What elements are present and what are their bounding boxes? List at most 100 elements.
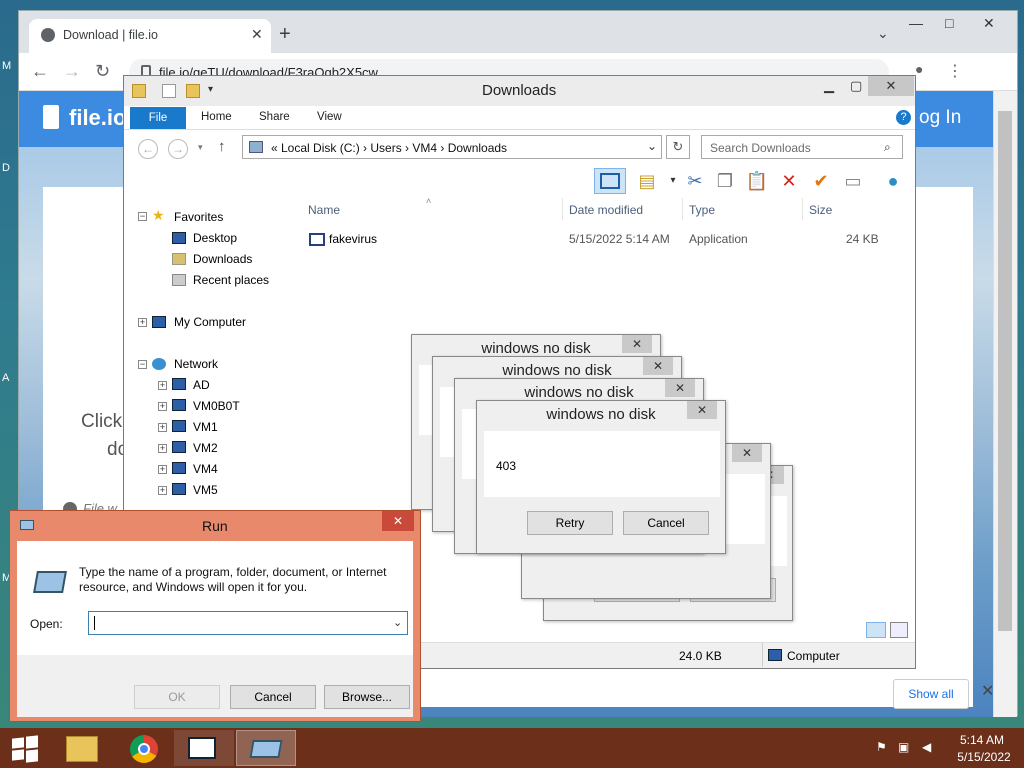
close-icon[interactable]: ✕ bbox=[665, 379, 695, 397]
close-download-bar-icon[interactable]: ✕ bbox=[981, 681, 993, 701]
profile-icon[interactable]: ● bbox=[915, 61, 923, 77]
nav-network-item[interactable]: VM4 bbox=[193, 462, 218, 476]
rename-icon[interactable]: ▭ bbox=[840, 168, 866, 194]
cancel-button[interactable]: Cancel bbox=[623, 511, 709, 535]
customize-chevron-icon[interactable]: ▾ bbox=[208, 84, 222, 98]
properties-icon[interactable] bbox=[162, 84, 176, 98]
page-scrollbar[interactable] bbox=[993, 91, 1017, 717]
select-icon[interactable]: ✔ bbox=[808, 168, 834, 194]
nav-desktop[interactable]: Desktop bbox=[193, 231, 237, 245]
details-view-icon[interactable] bbox=[866, 622, 886, 638]
refresh-icon[interactable]: ↻ bbox=[666, 135, 690, 159]
column-header-size[interactable]: Size bbox=[809, 203, 832, 217]
expand-icon[interactable]: + bbox=[138, 318, 147, 327]
ok-button[interactable]: OK bbox=[134, 685, 220, 709]
nav-my-computer[interactable]: My Computer bbox=[174, 315, 246, 329]
address-bar[interactable]: « Local Disk (C:) › Users › VM4 › Downlo… bbox=[242, 135, 662, 159]
expand-icon[interactable]: + bbox=[158, 444, 167, 453]
cut-icon[interactable]: ✂ bbox=[682, 168, 708, 194]
forward-icon[interactable]: → bbox=[63, 61, 81, 82]
action-center-flag-icon[interactable]: ⚑ bbox=[876, 740, 887, 754]
site-brand[interactable]: file.io bbox=[69, 105, 126, 131]
nav-network[interactable]: Network bbox=[174, 357, 218, 371]
copy-icon[interactable]: ❐ bbox=[712, 168, 738, 194]
expand-icon[interactable]: + bbox=[158, 402, 167, 411]
column-divider[interactable] bbox=[682, 198, 683, 220]
column-divider[interactable] bbox=[802, 198, 803, 220]
taskbar-chrome[interactable] bbox=[114, 730, 174, 766]
start-button[interactable] bbox=[0, 730, 50, 766]
collapse-icon[interactable]: − bbox=[138, 212, 147, 221]
back-icon[interactable]: ← bbox=[138, 139, 158, 159]
column-header-date[interactable]: Date modified bbox=[569, 203, 643, 217]
preview-pane-icon[interactable] bbox=[594, 168, 626, 194]
close-icon[interactable]: ✕ bbox=[622, 335, 652, 353]
column-divider[interactable] bbox=[562, 198, 563, 220]
network-tray-icon[interactable]: ▣ bbox=[898, 740, 909, 754]
expand-icon[interactable]: + bbox=[158, 486, 167, 495]
expand-icon[interactable]: + bbox=[158, 465, 167, 474]
folder-icon[interactable] bbox=[132, 84, 146, 98]
clock-date[interactable]: 5/15/2022 bbox=[952, 750, 1016, 764]
new-folder-icon[interactable] bbox=[186, 84, 200, 98]
nav-network-item[interactable]: VM1 bbox=[193, 420, 218, 434]
close-icon[interactable]: ✕ bbox=[643, 357, 673, 375]
column-header-type[interactable]: Type bbox=[689, 203, 715, 217]
collapse-icon[interactable]: − bbox=[138, 360, 147, 369]
maximize-icon[interactable]: ▢ bbox=[850, 78, 862, 94]
retry-button[interactable]: Retry bbox=[527, 511, 613, 535]
open-with-icon[interactable]: ▤ bbox=[634, 168, 660, 194]
close-window-icon[interactable]: ✕ bbox=[983, 15, 995, 32]
tab-share[interactable]: Share bbox=[259, 111, 290, 123]
expand-icon[interactable]: + bbox=[158, 423, 167, 432]
tab-home[interactable]: Home bbox=[201, 111, 232, 123]
scrollbar-thumb[interactable] bbox=[998, 111, 1012, 631]
close-icon[interactable]: ✕ bbox=[382, 511, 414, 531]
volume-muted-icon[interactable]: ◀ bbox=[922, 740, 931, 754]
open-input[interactable]: ⌄ bbox=[88, 611, 408, 635]
tab-search-chevron-icon[interactable]: ⌄ bbox=[877, 25, 889, 42]
breadcrumb[interactable]: « Local Disk (C:) › Users › VM4 › Downlo… bbox=[271, 141, 507, 155]
clock-time[interactable]: 5:14 AM bbox=[952, 733, 1012, 747]
expand-icon[interactable]: + bbox=[158, 381, 167, 390]
nav-recent-places[interactable]: Recent places bbox=[193, 273, 269, 287]
network-globe-icon[interactable]: ● bbox=[880, 168, 906, 194]
maximize-icon[interactable]: □ bbox=[945, 15, 953, 31]
column-header-name[interactable]: Name bbox=[308, 203, 340, 217]
close-tab-icon[interactable]: ✕ bbox=[251, 26, 263, 43]
back-icon[interactable]: ← bbox=[31, 61, 49, 82]
help-icon[interactable]: ? bbox=[896, 110, 911, 125]
show-all-button[interactable]: Show all bbox=[893, 679, 969, 709]
nav-downloads[interactable]: Downloads bbox=[193, 252, 252, 266]
address-chevron-icon[interactable]: ⌄ bbox=[647, 139, 657, 153]
large-icons-view-icon[interactable] bbox=[890, 622, 908, 638]
close-icon[interactable]: ✕ bbox=[732, 444, 762, 462]
tab-file[interactable]: File bbox=[130, 107, 186, 129]
tab-view[interactable]: View bbox=[317, 111, 342, 123]
menu-kebab-icon[interactable]: ⋮ bbox=[947, 61, 963, 81]
paste-icon[interactable]: 📋 bbox=[744, 168, 770, 194]
reload-icon[interactable]: ↻ bbox=[95, 61, 110, 82]
nav-favorites[interactable]: Favorites bbox=[174, 210, 223, 224]
close-icon[interactable]: ✕ bbox=[687, 401, 717, 419]
cancel-button[interactable]: Cancel bbox=[230, 685, 316, 709]
taskbar-run[interactable] bbox=[236, 730, 296, 766]
file-row[interactable]: fakevirus 5/15/2022 5:14 AM Application … bbox=[300, 228, 900, 250]
close-window-icon[interactable]: ✕ bbox=[868, 76, 914, 96]
minimize-icon[interactable]: ▁ bbox=[824, 78, 834, 94]
browse-button[interactable]: Browse... bbox=[324, 685, 410, 709]
browser-tab[interactable]: Download | file.io ✕ bbox=[29, 19, 271, 53]
nav-network-item[interactable]: VM0B0T bbox=[193, 399, 240, 413]
login-link[interactable]: og In bbox=[919, 107, 961, 129]
up-icon[interactable]: ↑ bbox=[218, 138, 226, 155]
minimize-icon[interactable]: — bbox=[909, 15, 923, 31]
new-tab-icon[interactable]: + bbox=[279, 23, 291, 46]
recent-chevron-icon[interactable]: ▾ bbox=[198, 142, 203, 153]
nav-network-item[interactable]: VM5 bbox=[193, 483, 218, 497]
nav-network-item[interactable]: AD bbox=[193, 378, 210, 392]
delete-icon[interactable]: ✕ bbox=[776, 168, 802, 194]
dropdown-chevron-icon[interactable]: ⌄ bbox=[393, 616, 402, 629]
taskbar-window[interactable] bbox=[174, 730, 234, 766]
forward-icon[interactable]: → bbox=[168, 139, 188, 159]
nav-network-item[interactable]: VM2 bbox=[193, 441, 218, 455]
